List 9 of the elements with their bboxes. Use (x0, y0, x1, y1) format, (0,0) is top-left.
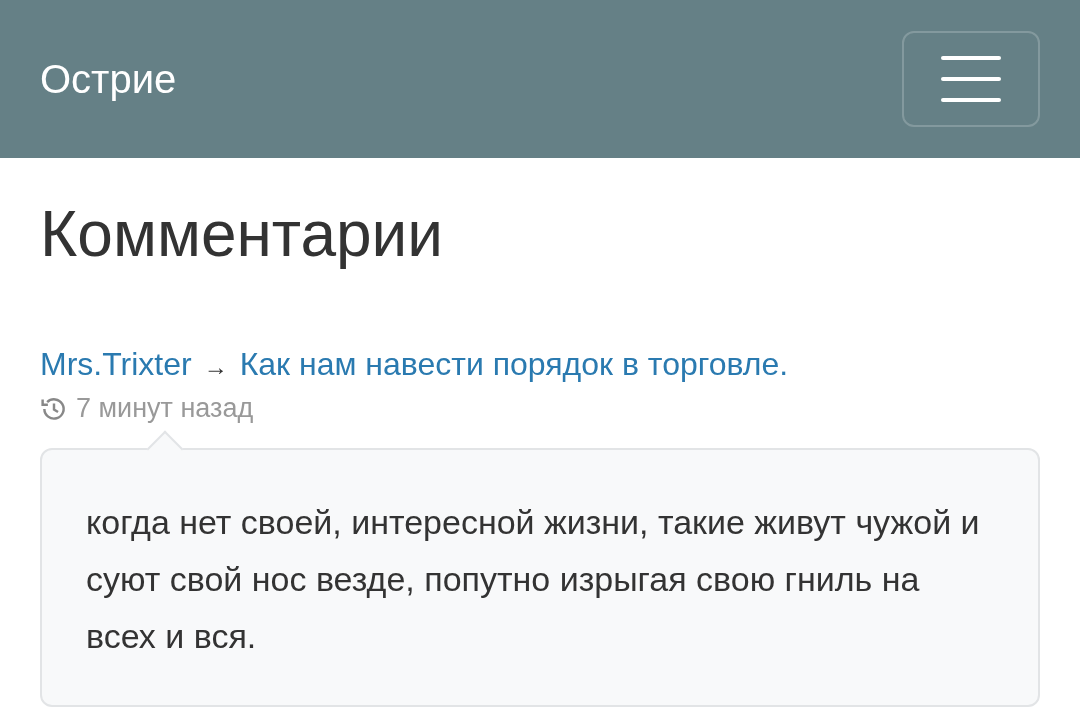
post-title-link[interactable]: Как нам навести порядок в торговле. (239, 344, 789, 384)
arrow-separator: → (203, 352, 228, 382)
menu-button[interactable] (902, 31, 1040, 127)
site-brand-link[interactable]: Острие (40, 56, 177, 102)
author-link[interactable]: Mrs.Trixter (40, 344, 192, 384)
menu-icon (941, 56, 1001, 102)
comment-text: когда нет своей, интересной жизни, такие живут чужой и суют свой нос везде, попутно изрыгая свою гниль на всех и вся. (86, 502, 981, 657)
page-heading: Комментарии (40, 197, 445, 272)
comment-time: 7 минут назад (76, 393, 254, 424)
